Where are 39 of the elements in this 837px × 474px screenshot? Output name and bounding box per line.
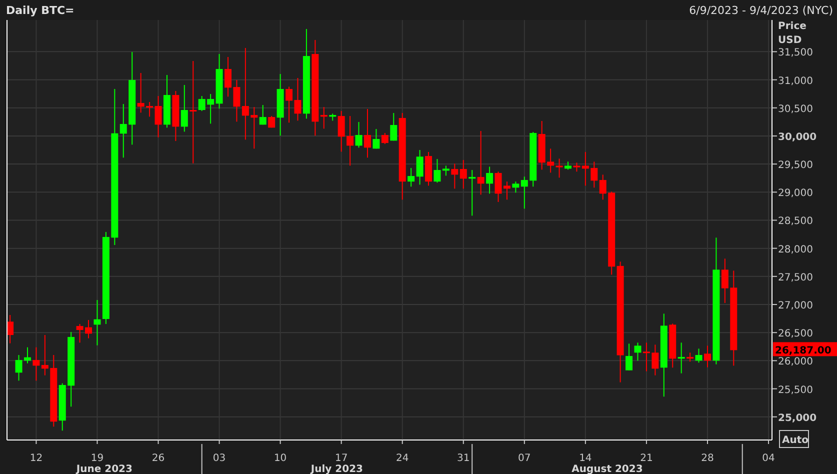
day-tick-label: 04 bbox=[762, 453, 775, 464]
price-tick-label: 26,000 bbox=[778, 356, 813, 368]
day-tick-label: 19 bbox=[90, 453, 104, 464]
price-tick-label: 28,500 bbox=[778, 216, 813, 228]
day-tick-label: 21 bbox=[640, 453, 653, 464]
day-tick-label: 31 bbox=[457, 453, 470, 464]
price-tick-label: 25,500 bbox=[778, 384, 813, 396]
current-price-tag: 26,187.00 bbox=[773, 342, 837, 357]
day-tick-label: 10 bbox=[274, 453, 287, 464]
date-range: 6/9/2023 - 9/4/2023 (NYC) bbox=[689, 4, 833, 16]
day-tick-label: 26 bbox=[152, 453, 165, 464]
price-tick-label: 30,000 bbox=[778, 132, 817, 143]
price-tick-label: 31,500 bbox=[778, 48, 813, 59]
day-tick-label: 17 bbox=[334, 453, 348, 464]
price-tick-label: 30,500 bbox=[778, 104, 813, 115]
month-label: July 2023 bbox=[310, 464, 364, 474]
chart-title: Daily BTC= bbox=[6, 4, 74, 16]
day-tick-label: 28 bbox=[701, 453, 714, 464]
day-tick-label: 24 bbox=[396, 453, 409, 464]
month-label: August 2023 bbox=[572, 464, 643, 474]
price-tick-label: 29,000 bbox=[778, 188, 813, 200]
price-tick-label: 25,000 bbox=[778, 412, 817, 424]
price-tick-label: 27,000 bbox=[778, 300, 813, 312]
axis-title: Price bbox=[778, 21, 806, 32]
axis-title: USD bbox=[778, 35, 802, 46]
candlestick bbox=[564, 161, 572, 170]
price-tick-label: 27,500 bbox=[778, 272, 813, 284]
candlestick bbox=[224, 56, 232, 98]
price-tick-label: 26,500 bbox=[778, 328, 813, 340]
price-tick-label: 31,000 bbox=[778, 76, 813, 87]
candlestick bbox=[6, 314, 14, 344]
day-tick-label: 03 bbox=[212, 453, 226, 464]
month-label: June 2023 bbox=[76, 464, 132, 474]
price-tick-label: 29,500 bbox=[778, 160, 813, 172]
auto-button[interactable]: Auto bbox=[779, 430, 809, 448]
day-tick-label: 12 bbox=[30, 453, 43, 464]
day-tick-label: 14 bbox=[579, 453, 592, 464]
price-tick-label: 28,000 bbox=[778, 244, 813, 256]
day-tick-label: 07 bbox=[518, 453, 531, 464]
